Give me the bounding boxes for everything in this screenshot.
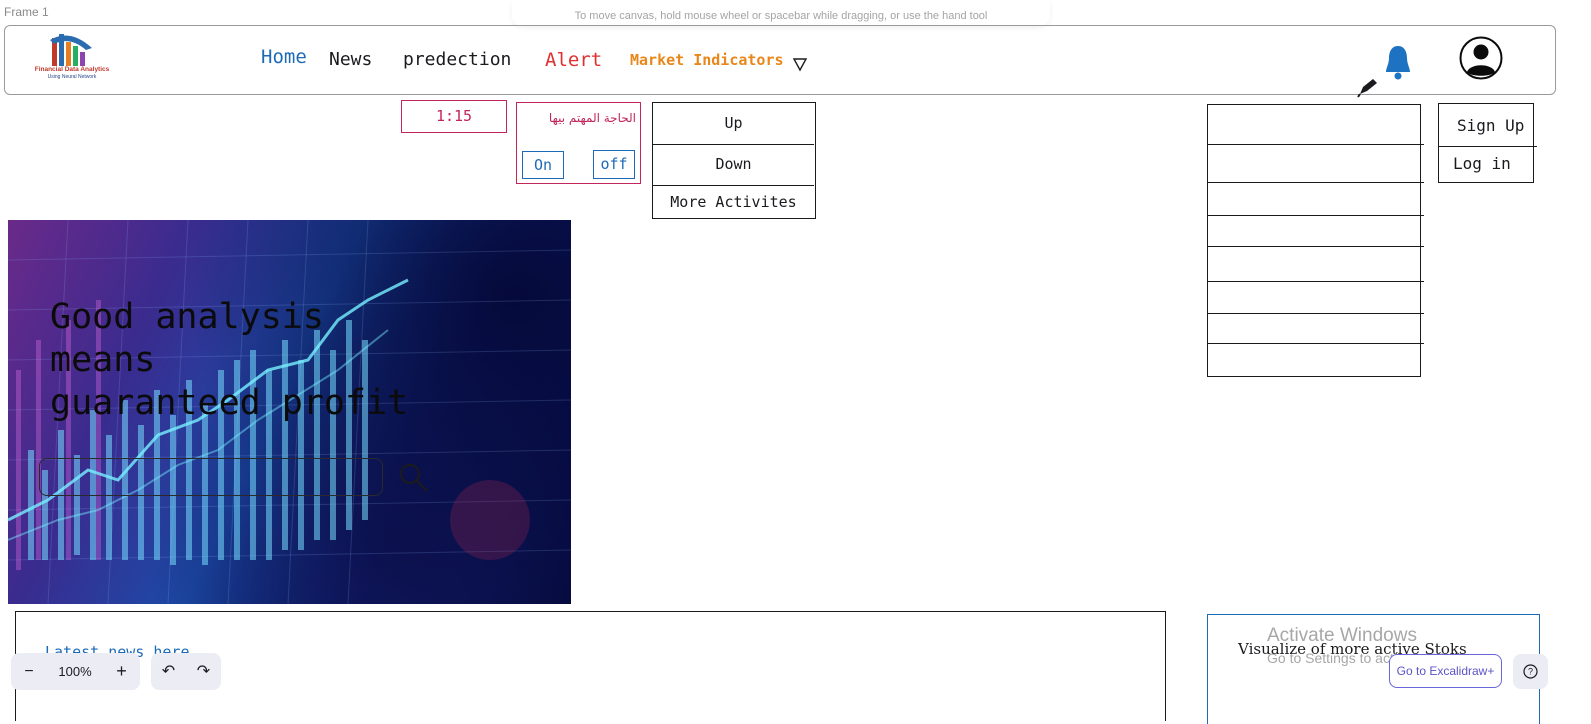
bell-icon[interactable] — [1383, 42, 1413, 82]
help-label: ? — [1528, 667, 1533, 677]
time-display: 1:15 — [401, 100, 507, 133]
dropdown-item-down[interactable]: Down — [653, 155, 814, 173]
divider — [1439, 146, 1537, 147]
zoom-out-button[interactable]: − — [11, 653, 47, 690]
pen-icon — [1357, 79, 1377, 98]
divider — [653, 144, 814, 145]
nav-prediction[interactable]: predection — [403, 49, 511, 70]
list-item[interactable] — [1208, 281, 1424, 282]
list-item[interactable] — [1208, 246, 1424, 247]
search-input[interactable] — [39, 458, 383, 496]
auth-menu: Sign Up Log in — [1438, 103, 1537, 183]
logo-title: Financial Data Analytics — [34, 66, 110, 73]
triangle-down-icon[interactable] — [792, 56, 808, 72]
nav-news[interactable]: News — [329, 49, 372, 70]
stock-list — [1207, 104, 1424, 377]
redo-button[interactable]: ↷ — [186, 653, 221, 690]
zoom-in-button[interactable]: + — [103, 653, 140, 690]
divider — [653, 185, 814, 186]
help-icon: ? — [1523, 664, 1538, 679]
undo-button[interactable]: ↶ — [151, 653, 186, 690]
nav-market-indicators[interactable]: Market Indicators — [630, 51, 784, 69]
sign-up-button[interactable]: Sign Up — [1457, 116, 1551, 135]
alert-panel-title: الحاجة المهتم بيها — [548, 111, 636, 125]
list-item[interactable] — [1208, 343, 1424, 344]
user-avatar-icon[interactable] — [1459, 36, 1503, 80]
dropdown-item-more-activities[interactable]: More Activites — [653, 193, 814, 211]
alert-panel: الحاجة المهتم بيها On off — [516, 102, 641, 184]
help-button[interactable]: ? — [1513, 654, 1548, 689]
hero-headline: Good analysis means guaranteed profit — [50, 297, 409, 423]
list-item[interactable] — [1208, 144, 1424, 145]
nav-alert[interactable]: Alert — [545, 49, 602, 71]
logo[interactable]: Financial Data Analytics Using Neural Ne… — [30, 30, 114, 82]
list-item[interactable] — [1208, 182, 1424, 183]
search-icon[interactable] — [398, 462, 430, 494]
logo-chart-icon — [50, 34, 92, 66]
go-to-excalidraw-plus-button[interactable]: Go to Excalidraw+ — [1389, 654, 1502, 688]
frame-label: Frame 1 — [4, 5, 49, 19]
list-item[interactable] — [1208, 313, 1424, 314]
dropdown-item-up[interactable]: Up — [653, 114, 814, 132]
alert-off-button[interactable]: off — [593, 150, 635, 179]
market-indicators-dropdown: Up Down More Activites — [652, 102, 816, 219]
log-in-button[interactable]: Log in — [1453, 154, 1547, 173]
history-controls: ↶ ↷ — [151, 653, 221, 690]
nav-home[interactable]: Home — [261, 46, 307, 68]
canvas-hint: To move canvas, hold mouse wheel or spac… — [574, 10, 988, 22]
list-item[interactable] — [1208, 215, 1424, 216]
alert-on-button[interactable]: On — [522, 151, 564, 179]
zoom-controls: − 100% + — [11, 653, 140, 690]
zoom-level[interactable]: 100% — [47, 653, 103, 690]
logo-subtitle: Using Neural Network — [47, 74, 97, 80]
windows-activation-title: Activate Windows — [1267, 625, 1417, 646]
